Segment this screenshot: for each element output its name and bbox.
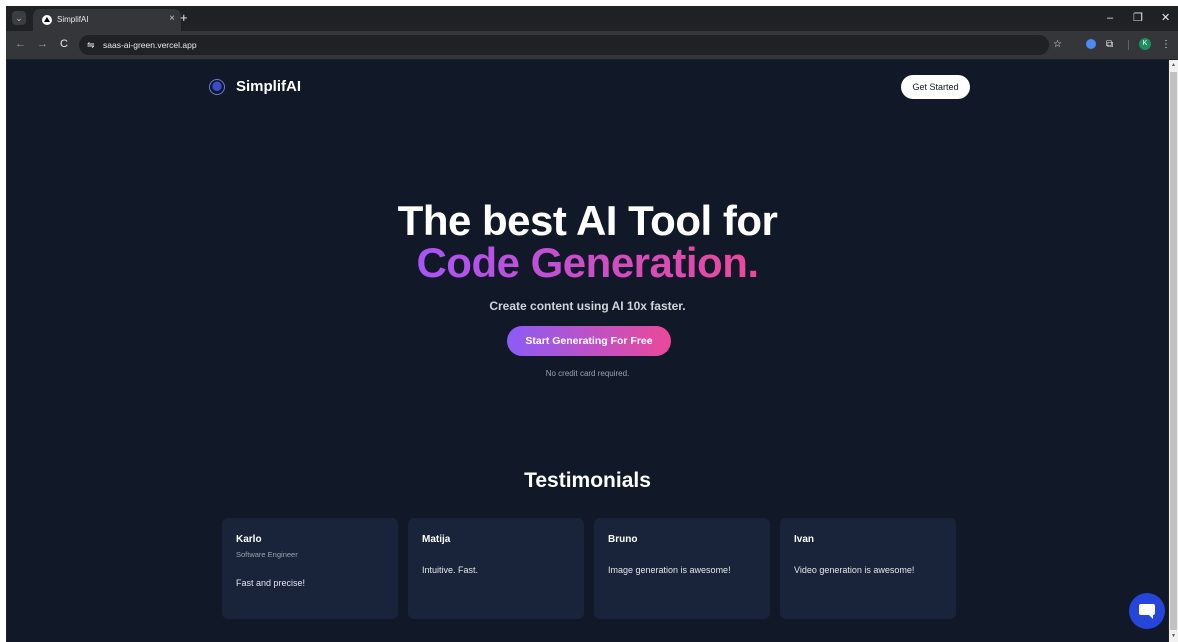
testimonial-quote: Image generation is awesome! <box>608 565 731 575</box>
tab-close-icon[interactable]: × <box>169 13 175 25</box>
tab-search-button[interactable]: ⌄ <box>12 11 26 25</box>
browser-window: ⌄ SimplifAI × + – ❐ ✕ ← → C ⇋ saas-ai-gr… <box>6 6 1178 642</box>
testimonial-name: Ivan <box>794 534 815 545</box>
testimonial-card: Bruno Image generation is awesome! <box>594 518 770 619</box>
site-info-icon[interactable]: ⇋ <box>87 39 95 51</box>
close-window-button[interactable]: ✕ <box>1161 11 1170 25</box>
hero-highlight-text: Code Generation. <box>416 239 759 286</box>
new-tab-button[interactable]: + <box>180 10 188 25</box>
tab-strip: ⌄ SimplifAI × + – ❐ ✕ <box>6 6 1178 31</box>
tab-title: SimplifAI <box>57 15 89 24</box>
chat-support-button[interactable] <box>1129 593 1165 629</box>
minimize-button[interactable]: – <box>1107 11 1113 25</box>
page-scrollbar[interactable]: ▲ ▼ <box>1169 60 1178 642</box>
browser-menu-icon[interactable]: ⋮ <box>1161 38 1171 52</box>
hero-highlight: Code Generation. <box>7 240 1168 286</box>
bookmark-star-icon[interactable]: ☆ <box>1053 38 1062 52</box>
reload-button[interactable]: C <box>60 37 68 51</box>
extensions-puzzle-icon[interactable]: ⧉ <box>1106 38 1113 52</box>
testimonials-heading: Testimonials <box>524 469 651 492</box>
brand-name[interactable]: SimplifAI <box>236 78 301 96</box>
toolbar-divider <box>1128 40 1129 50</box>
simplifai-logo-icon[interactable] <box>209 79 225 95</box>
restore-button[interactable]: ❐ <box>1133 11 1143 25</box>
testimonial-card: Ivan Video generation is awesome! <box>780 518 956 619</box>
scroll-down-arrow-icon[interactable]: ▼ <box>1170 633 1177 639</box>
get-started-button[interactable]: Get Started <box>901 75 970 99</box>
back-button[interactable]: ← <box>15 37 26 51</box>
testimonial-role: Software Engineer <box>236 550 298 559</box>
hero-heading: The best AI Tool for <box>397 197 778 244</box>
hero-subtitle: Create content using AI 10x faster. <box>489 299 686 313</box>
url-text[interactable]: saas-ai-green.vercel.app <box>103 39 197 51</box>
extension-icon[interactable] <box>1086 39 1096 49</box>
testimonials-list: Karlo Software Engineer Fast and precise… <box>222 518 956 619</box>
profile-avatar[interactable]: K <box>1139 38 1151 50</box>
testimonial-name: Bruno <box>608 534 638 545</box>
testimonial-name: Matija <box>422 534 451 545</box>
scrollbar-thumb[interactable] <box>1170 72 1177 630</box>
chat-bubble-icon <box>1139 604 1155 619</box>
start-generating-button[interactable]: Start Generating For Free <box>507 326 671 356</box>
address-bar[interactable]: ⇋ saas-ai-green.vercel.app <box>79 35 1049 55</box>
scroll-up-arrow-icon[interactable]: ▲ <box>1170 62 1177 68</box>
browser-toolbar: ← → C ⇋ saas-ai-green.vercel.app ☆ ⧉ K ⋮ <box>6 31 1178 59</box>
forward-button[interactable]: → <box>37 37 48 51</box>
testimonial-name: Karlo <box>236 534 262 545</box>
testimonial-card: Karlo Software Engineer Fast and precise… <box>222 518 398 619</box>
vercel-favicon-icon <box>42 15 52 25</box>
testimonial-card: Matija Intuitive. Fast. <box>408 518 584 619</box>
testimonial-quote: Fast and precise! <box>236 578 306 588</box>
testimonial-quote: Intuitive. Fast. <box>422 565 479 575</box>
tab-simplifai[interactable]: SimplifAI × <box>33 9 181 31</box>
web-page: SimplifAI Get Started The best AI Tool f… <box>7 60 1168 642</box>
testimonial-quote: Video generation is awesome! <box>794 565 915 575</box>
no-credit-card-note: No credit card required. <box>545 369 630 378</box>
